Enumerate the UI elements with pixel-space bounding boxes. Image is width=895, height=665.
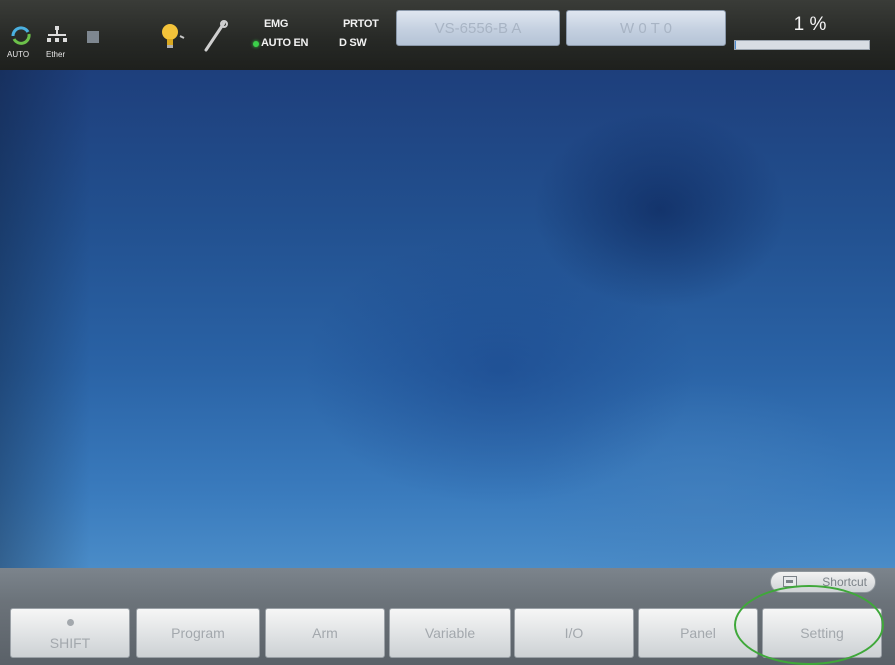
- lightbulb-icon[interactable]: [159, 22, 185, 52]
- speed-value: 1 %: [793, 14, 827, 35]
- ethernet-label: Ether: [46, 50, 66, 59]
- tab-shift-label: SHIFT: [49, 635, 91, 651]
- tab-panel[interactable]: Panel: [638, 608, 758, 658]
- shortcut-icon: [783, 576, 797, 587]
- ethernet-icon[interactable]: [45, 25, 69, 45]
- shift-indicator-icon: [67, 619, 74, 626]
- tab-variable[interactable]: Variable: [389, 608, 511, 658]
- tab-setting[interactable]: Setting: [762, 608, 882, 658]
- stop-square-icon[interactable]: [86, 30, 100, 44]
- tab-program[interactable]: Program: [136, 608, 260, 658]
- wrench-icon[interactable]: [200, 20, 230, 54]
- work-tool-button[interactable]: W 0 T 0: [566, 10, 726, 46]
- auto-mode-label: AUTO: [7, 50, 30, 59]
- auto-en-led-icon: [253, 41, 259, 47]
- auto-en-status: AUTO EN: [261, 37, 309, 49]
- shortcut-label: Shortcut: [822, 575, 867, 589]
- speed-slider[interactable]: [734, 40, 870, 50]
- shortcut-strip: [0, 568, 895, 604]
- shortcut-button[interactable]: Shortcut: [770, 571, 876, 593]
- prtot-status: PRTOT: [343, 18, 379, 30]
- tab-arm[interactable]: Arm: [265, 608, 385, 658]
- main-display-area: [0, 70, 895, 568]
- status-bar: AUTO Ether EMG AUTO EN PRTOT D SW VS-655…: [0, 0, 895, 70]
- robot-model-button[interactable]: VS-6556-B A: [396, 10, 560, 46]
- dsw-status: D SW: [339, 37, 367, 49]
- tab-io[interactable]: I/O: [514, 608, 634, 658]
- emg-status: EMG: [264, 18, 289, 30]
- speed-fill: [735, 41, 737, 49]
- tab-shift[interactable]: SHIFT: [10, 608, 130, 658]
- auto-mode-icon[interactable]: [8, 24, 34, 46]
